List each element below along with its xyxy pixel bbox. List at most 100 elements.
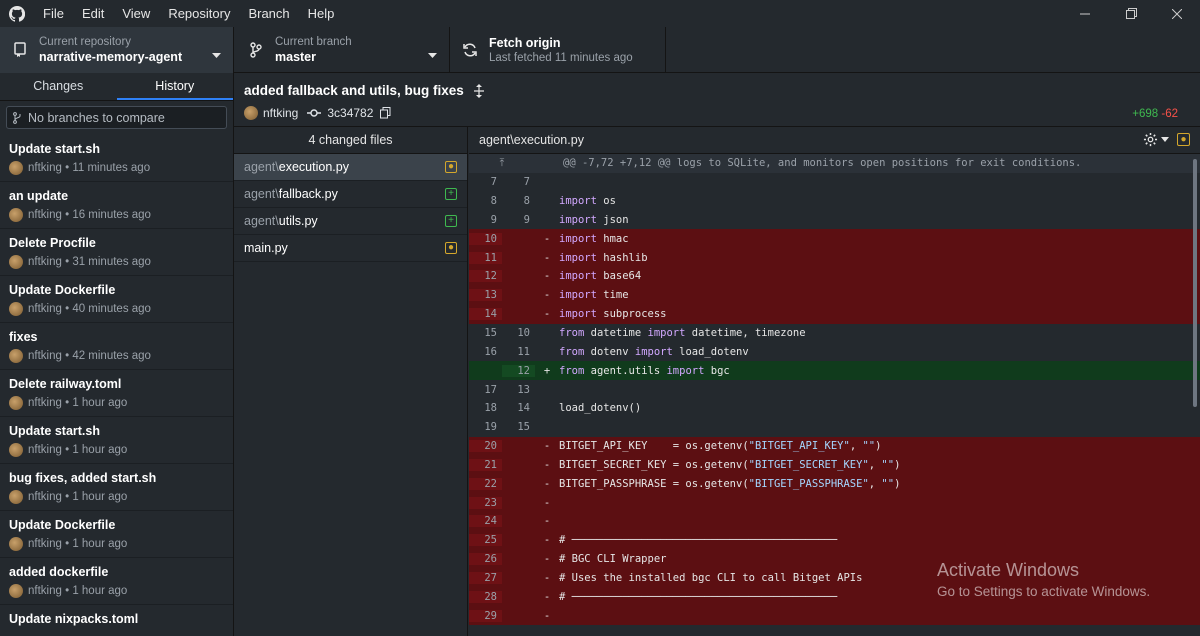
context-line[interactable]: 18 14 load_dotenv() <box>469 399 1200 418</box>
last-fetched-text: Last fetched 11 minutes ago <box>489 52 633 64</box>
separator-dot: • <box>61 303 73 315</box>
commit-meta: nftking • 16 minutes ago <box>9 208 224 222</box>
code-text: import subprocess <box>559 308 667 321</box>
changed-file-item[interactable]: main.py ● <box>234 235 467 262</box>
commit-list-item[interactable]: Update Dockerfile nftking • 1 hour ago <box>0 511 233 558</box>
commit-list-item[interactable]: Delete railway.toml nftking • 1 hour ago <box>0 370 233 417</box>
diff-marker: - <box>543 308 551 321</box>
scrollbar[interactable] <box>1193 159 1197 407</box>
commit-list-item[interactable]: Delete Procfile nftking • 31 minutes ago <box>0 229 233 276</box>
menu-file[interactable]: File <box>34 0 73 27</box>
minimize-icon[interactable] <box>1062 0 1108 27</box>
commit-author: nftking <box>28 444 62 456</box>
deleted-line[interactable]: 20 - BITGET_API_KEY = os.getenv("BITGET_AP… <box>469 436 1200 456</box>
commit-author: nftking <box>28 538 62 550</box>
avatar <box>9 490 23 504</box>
close-icon[interactable] <box>1154 0 1200 27</box>
commit-list-item[interactable]: added dockerfile nftking • 1 hour ago <box>0 558 233 605</box>
menu-repository[interactable]: Repository <box>159 0 239 27</box>
deleted-line[interactable]: 25 - # ───────────────────────────────────… <box>469 530 1200 550</box>
changed-file-item[interactable]: agent\fallback.py + <box>234 181 467 208</box>
avatar <box>9 396 23 410</box>
tab-history[interactable]: History <box>116 73 233 100</box>
file-name: fallback.py <box>278 187 338 201</box>
expand-up-icon[interactable]: ⤒ <box>469 157 535 170</box>
diff-marker: - <box>543 496 551 509</box>
menu-view[interactable]: View <box>113 0 159 27</box>
diff-marker: - <box>543 477 551 490</box>
old-line-number: 12 <box>469 270 502 283</box>
diff-stats: +698 -62 <box>1132 108 1178 120</box>
deleted-line[interactable]: 12 - import base64 <box>469 267 1200 286</box>
diff-marker: - <box>543 289 551 302</box>
old-line-number: 23 <box>469 496 502 509</box>
deleted-line[interactable]: 13 - import time <box>469 285 1200 305</box>
new-line-number: 11 <box>517 345 530 358</box>
file-modified-icon: ● <box>1177 133 1190 146</box>
commit-list-item[interactable]: Update start.sh nftking • 1 hour ago <box>0 417 233 464</box>
menu-branch[interactable]: Branch <box>239 0 298 27</box>
old-line-number: 18 <box>484 402 497 415</box>
expand-icon[interactable] <box>473 83 485 98</box>
deleted-line[interactable]: 11 - import hashlib <box>469 248 1200 268</box>
context-line[interactable]: 9 9 import json <box>469 211 1200 230</box>
repository-name: narrative-memory-agent <box>39 50 183 64</box>
old-line-number: 8 <box>490 195 497 208</box>
commit-title: Update Dockerfile <box>9 518 116 532</box>
deleted-line[interactable]: 22 - BITGET_PASSPHRASE = os.getenv("BITGET… <box>469 474 1200 494</box>
code-text: BITGET_API_KEY = os.getenv("BITGET_API_K… <box>559 440 882 453</box>
old-line-number: 22 <box>469 477 502 490</box>
sidebar: Changes History No branches to compare U… <box>0 73 234 636</box>
diff-marker: - <box>543 553 551 566</box>
deleted-line[interactable]: 21 - BITGET_SECRET_KEY = os.getenv("BITGET… <box>469 455 1200 475</box>
code-text: from dotenv import load_dotenv <box>559 345 749 358</box>
github-logo-icon <box>0 0 34 27</box>
added-line[interactable]: 12 + from agent.utils import bgc <box>469 361 1200 381</box>
commit-title: Update start.sh <box>9 424 100 438</box>
new-line-number: 10 <box>517 327 530 340</box>
restore-icon[interactable] <box>1108 0 1154 27</box>
diff-marker: - <box>543 440 551 453</box>
context-line[interactable]: 15 10 from datetime import datetime, timez… <box>469 324 1200 343</box>
menu-edit[interactable]: Edit <box>73 0 113 27</box>
avatar <box>9 208 23 222</box>
commit-list-item[interactable]: an update nftking • 16 minutes ago <box>0 182 233 229</box>
commit-list-item[interactable]: Update start.sh nftking • 11 minutes ago <box>0 135 233 182</box>
context-line[interactable]: 8 8 import os <box>469 192 1200 211</box>
deleted-line[interactable]: 24 - <box>469 512 1200 531</box>
context-line[interactable]: 19 15 <box>469 418 1200 437</box>
context-line[interactable]: 17 13 <box>469 380 1200 399</box>
code-text: from agent.utils import bgc <box>559 364 730 377</box>
current-repository-dropdown[interactable]: Current repository narrative-memory-agen… <box>0 27 234 73</box>
diff-marker: + <box>543 364 551 377</box>
commit-list-item[interactable]: fixes nftking • 42 minutes ago <box>0 323 233 370</box>
commit-list-item[interactable]: Update Dockerfile nftking • 40 minutes a… <box>0 276 233 323</box>
branch-label: Current branch <box>275 36 352 48</box>
context-line[interactable]: 77 <box>469 173 1200 192</box>
diff-marker: - <box>543 571 551 584</box>
deleted-line[interactable]: 10 - import hmac <box>469 229 1200 249</box>
menu-help[interactable]: Help <box>299 0 344 27</box>
gear-icon[interactable] <box>1143 132 1169 147</box>
tab-changes[interactable]: Changes <box>0 73 117 100</box>
diff-header: agent\execution.py ● <box>469 127 1200 154</box>
commit-list-item[interactable]: bug fixes, added start.sh nftking • 1 ho… <box>0 464 233 511</box>
commit-meta: nftking • 11 minutes ago <box>9 161 224 175</box>
context-line[interactable]: 16 11 from dotenv import load_dotenv <box>469 342 1200 361</box>
branch-compare-input[interactable]: No branches to compare <box>6 106 227 129</box>
deleted-line[interactable]: 23 - <box>469 493 1200 513</box>
deleted-line[interactable]: 14 - import subprocess <box>469 304 1200 324</box>
diff-file-path: agent\execution.py <box>479 133 584 147</box>
deleted-line[interactable]: 29 - <box>469 606 1200 626</box>
changed-files-header: 4 changed files <box>234 127 467 154</box>
current-branch-dropdown[interactable]: Current branch master <box>234 27 450 73</box>
commit-list-item[interactable]: Update nixpacks.toml <box>0 605 233 636</box>
fetch-origin-button[interactable]: Fetch origin Last fetched 11 minutes ago <box>450 27 666 73</box>
copy-icon[interactable] <box>380 107 391 119</box>
code-text: # ──────────────────────────────────────… <box>559 534 838 547</box>
old-line-number: 10 <box>469 232 502 245</box>
diff-marker: - <box>543 534 551 547</box>
changed-file-item[interactable]: agent\execution.py ● <box>234 154 467 181</box>
changed-file-item[interactable]: agent\utils.py + <box>234 208 467 235</box>
commit-meta: nftking • 1 hour ago <box>9 490 224 504</box>
